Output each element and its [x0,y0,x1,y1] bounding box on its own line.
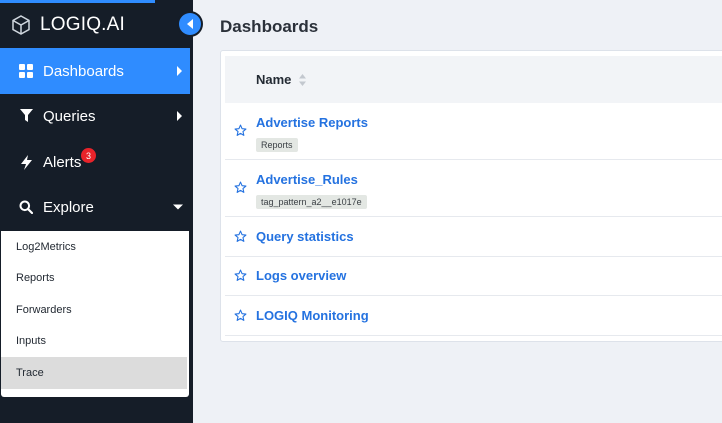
table-header: Name [225,56,722,103]
sidebar-item-label: Explore [43,198,94,216]
dashboard-tag: Reports [256,138,298,152]
logiq-logo-icon [10,14,32,36]
dashboard-tag: tag_pattern_a2__e1017e [256,195,367,209]
page-title: Dashboards [220,17,319,36]
grid-icon [17,64,35,78]
dashboard-title[interactable]: Query statistics [256,229,354,244]
alerts-count-badge: 3 [81,148,96,163]
dashboard-title[interactable]: LOGIQ Monitoring [256,308,369,323]
sidebar-item-label: Alerts [43,153,82,171]
sidebar-item-alerts[interactable]: Alerts 3 [0,139,190,185]
dashboards-table: Name Advertise Reports Reports Advertise… [220,50,722,342]
explore-item-log2metrics[interactable]: Log2Metrics [1,231,189,263]
explore-item-forwarders[interactable]: Forwarders [1,294,189,326]
table-row[interactable]: Advertise Reports Reports [225,103,722,160]
explore-submenu: Log2Metrics Reports Forwarders Inputs Tr… [1,231,189,397]
bolt-icon [17,154,35,170]
sidebar-item-dashboards[interactable]: Dashboards [0,48,190,94]
collapse-sidebar-button[interactable] [179,13,201,35]
explore-item-trace[interactable]: Trace [1,357,187,389]
table-row[interactable]: LOGIQ Monitoring [225,296,722,336]
sidebar-item-label: Queries [43,107,96,125]
star-icon[interactable] [234,230,247,243]
sidebar-item-explore[interactable]: Explore [0,184,190,230]
chevron-down-icon [173,204,183,211]
chevron-right-icon [176,111,183,121]
sidebar-progress-line [0,0,155,3]
explore-item-inputs[interactable]: Inputs [1,326,189,358]
table-row[interactable]: Advertise_Rules tag_pattern_a2__e1017e [225,160,722,217]
search-icon [17,200,35,214]
brand[interactable]: LOGIQ.AI [10,10,125,40]
table-row[interactable]: Query statistics [225,217,722,257]
dashboard-title[interactable]: Logs overview [256,268,346,283]
sidebar-item-queries[interactable]: Queries [0,93,190,139]
chevron-right-icon [176,66,183,76]
sort-icon[interactable] [299,73,307,86]
star-icon[interactable] [234,181,247,194]
column-header-name[interactable]: Name [256,72,291,87]
sidebar-item-label: Dashboards [43,62,124,80]
brand-name: LOGIQ.AI [40,14,126,35]
dashboard-title[interactable]: Advertise_Rules [256,172,358,187]
star-icon[interactable] [234,124,247,137]
explore-item-reports[interactable]: Reports [1,263,189,295]
sidebar: LOGIQ.AI Dashboards Queries Alerts 3 Exp… [0,0,193,423]
filter-icon [17,109,35,123]
table-row[interactable]: Logs overview [225,257,722,296]
star-icon[interactable] [234,269,247,282]
star-icon[interactable] [234,309,247,322]
dashboard-title[interactable]: Advertise Reports [256,115,368,130]
chevron-left-icon [186,19,194,29]
